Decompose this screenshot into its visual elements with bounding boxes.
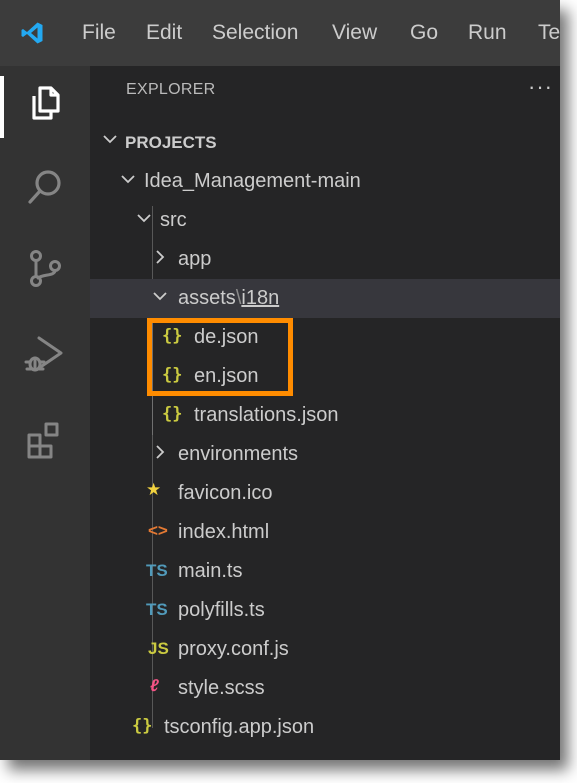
menu-terminal[interactable]: Term — [538, 21, 560, 45]
search-icon[interactable] — [23, 165, 67, 209]
file-translations-json[interactable]: {} translations.json — [90, 396, 560, 435]
chevron-right-icon — [156, 250, 165, 264]
folder-label: app — [178, 248, 212, 270]
vscode-logo-icon[interactable] — [20, 21, 44, 45]
source-control-icon[interactable] — [23, 246, 67, 290]
run-debug-icon[interactable] — [23, 332, 67, 376]
chevron-down-icon — [121, 175, 135, 184]
file-label: translations.json — [194, 404, 339, 426]
file-proxy-conf-js[interactable]: JS proxy.conf.js — [90, 630, 560, 669]
folder-label: Idea_Management-main — [144, 170, 361, 192]
file-polyfills-ts[interactable]: TS polyfills.ts — [90, 591, 560, 630]
file-label: polyfills.ts — [178, 599, 265, 621]
json-file-icon: {} — [162, 404, 183, 424]
file-label: index.html — [178, 521, 270, 543]
section-label: PROJECTS — [125, 133, 217, 152]
folder-label: src — [160, 209, 187, 231]
file-main-ts[interactable]: TS main.ts — [90, 552, 560, 591]
file-label: tsconfig.app.json — [164, 716, 315, 738]
sass-file-icon: ℓ — [150, 676, 159, 695]
json-file-icon: {} — [132, 716, 153, 736]
folder-root[interactable]: Idea_Management-main — [90, 162, 560, 201]
file-label: style.scss — [178, 677, 265, 699]
file-index-html[interactable]: <> index.html — [90, 513, 560, 552]
extensions-icon[interactable] — [23, 418, 67, 462]
folder-app[interactable]: app — [90, 240, 560, 279]
menu-file[interactable]: File — [82, 21, 116, 45]
file-label: main.ts — [178, 560, 243, 582]
menu-selection[interactable]: Selection — [212, 21, 298, 45]
folder-environments[interactable]: environments — [90, 435, 560, 474]
html-file-icon: <> — [148, 521, 168, 540]
explorer-icon[interactable] — [23, 80, 67, 124]
file-favicon[interactable]: ★ favicon.ico — [90, 474, 560, 513]
chevron-down-icon — [153, 292, 167, 301]
file-label: proxy.conf.js — [178, 638, 289, 660]
folder-assets-label: assets — [178, 287, 236, 309]
active-indicator — [0, 76, 4, 138]
section-projects[interactable]: PROJECTS — [90, 122, 560, 161]
folder-src[interactable]: src — [90, 201, 560, 240]
menu-edit[interactable]: Edit — [146, 21, 182, 45]
menu-go[interactable]: Go — [410, 21, 438, 45]
file-style-scss[interactable]: ℓ style.scss — [90, 669, 560, 708]
activity-bar — [0, 66, 90, 760]
folder-label: environments — [178, 443, 299, 465]
more-actions-button[interactable]: ··· — [528, 74, 553, 100]
chevron-down-icon — [103, 135, 117, 144]
chevron-right-icon — [156, 445, 165, 459]
explorer-title: EXPLORER — [126, 81, 216, 98]
explorer-sidebar: EXPLORER ··· PROJECTS Idea_Management-ma… — [90, 66, 560, 760]
folder-i18n-label: i18n — [241, 287, 280, 309]
folder-assets-i18n[interactable]: assets\i18n — [90, 279, 560, 318]
typescript-file-icon: TS — [146, 561, 168, 580]
highlight-annotation — [147, 318, 293, 396]
typescript-file-icon: TS — [146, 600, 168, 619]
javascript-file-icon: JS — [148, 639, 169, 658]
menu-run[interactable]: Run — [468, 21, 507, 45]
menu-bar: File Edit Selection View Go Run Term — [0, 0, 560, 66]
chevron-down-icon — [137, 214, 151, 223]
folder-label: assets\i18n — [178, 286, 279, 310]
vscode-window: File Edit Selection View Go Run Term — [0, 0, 560, 760]
file-label: favicon.ico — [178, 482, 273, 504]
menu-view[interactable]: View — [332, 21, 377, 45]
star-icon: ★ — [146, 480, 162, 499]
file-tsconfig-app-json[interactable]: {} tsconfig.app.json — [90, 708, 560, 747]
